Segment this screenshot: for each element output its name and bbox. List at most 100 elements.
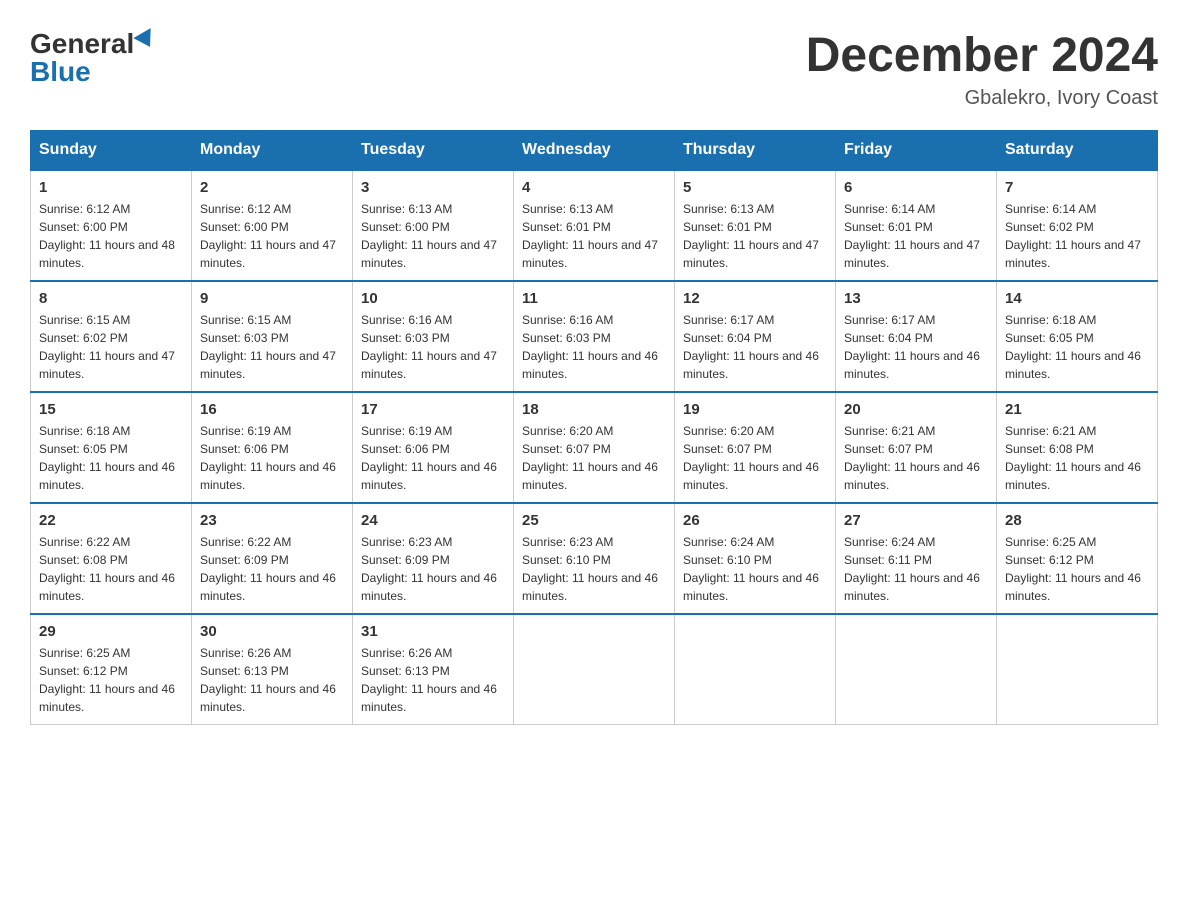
calendar-cell: 3Sunrise: 6:13 AMSunset: 6:00 PMDaylight… — [353, 170, 514, 281]
weekday-header-wednesday: Wednesday — [514, 130, 675, 170]
calendar-cell: 24Sunrise: 6:23 AMSunset: 6:09 PMDayligh… — [353, 503, 514, 614]
calendar-cell: 23 Sunrise: 6:22 AMSunset: 6:09 PMDayligh… — [192, 503, 353, 614]
month-title: December 2024 — [806, 30, 1158, 83]
calendar-cell: 30 Sunrise: 6:26 AMSunset: 6:13 PMDayligh… — [192, 614, 353, 725]
day-number: 23 — [200, 512, 344, 529]
day-number: 18 — [522, 401, 666, 418]
weekday-row: SundayMondayTuesdayWednesdayThursdayFrid… — [31, 130, 1158, 170]
day-info: Sunrise: 6:21 AMSunset: 6:07 PMDaylight:… — [844, 422, 988, 494]
day-info: Sunrise: 6:20 AMSunset: 6:07 PMDaylight:… — [683, 422, 827, 494]
calendar-cell — [675, 614, 836, 725]
day-info: Sunrise: 6:20 AMSunset: 6:07 PMDaylight:… — [522, 422, 666, 494]
day-info: Sunrise: 6:15 AMSunset: 6:02 PMDaylight:… — [39, 311, 183, 383]
calendar-cell: 29Sunrise: 6:25 AMSunset: 6:12 PMDayligh… — [31, 614, 192, 725]
day-number: 16 — [200, 401, 344, 418]
day-number: 27 — [844, 512, 988, 529]
calendar-cell: 6Sunrise: 6:14 AMSunset: 6:01 PMDaylight… — [836, 170, 997, 281]
weekday-header-friday: Friday — [836, 130, 997, 170]
calendar-cell: 19 Sunrise: 6:20 AMSunset: 6:07 PMDayligh… — [675, 392, 836, 503]
day-info: Sunrise: 6:18 AMSunset: 6:05 PMDaylight:… — [1005, 311, 1149, 383]
calendar-cell: 9 Sunrise: 6:15 AMSunset: 6:03 PMDaylight… — [192, 281, 353, 392]
day-info: Sunrise: 6:19 AMSunset: 6:06 PMDaylight:… — [361, 422, 505, 494]
logo-general-text: General — [30, 30, 134, 58]
calendar-cell: 21Sunrise: 6:21 AMSunset: 6:08 PMDayligh… — [997, 392, 1158, 503]
calendar-cell: 14 Sunrise: 6:18 AMSunset: 6:05 PMDayligh… — [997, 281, 1158, 392]
calendar-cell: 11Sunrise: 6:16 AMSunset: 6:03 PMDayligh… — [514, 281, 675, 392]
day-info: Sunrise: 6:13 AMSunset: 6:01 PMDaylight:… — [522, 200, 666, 272]
calendar-cell — [997, 614, 1158, 725]
day-info: Sunrise: 6:24 AMSunset: 6:10 PMDaylight:… — [683, 533, 827, 605]
weekday-header-monday: Monday — [192, 130, 353, 170]
calendar-cell: 12Sunrise: 6:17 AMSunset: 6:04 PMDayligh… — [675, 281, 836, 392]
day-number: 2 — [200, 179, 344, 196]
day-info: Sunrise: 6:25 AMSunset: 6:12 PMDaylight:… — [39, 644, 183, 716]
calendar-cell: 7 Sunrise: 6:14 AMSunset: 6:02 PMDaylight… — [997, 170, 1158, 281]
calendar-cell — [514, 614, 675, 725]
day-number: 31 — [361, 623, 505, 640]
day-info: Sunrise: 6:14 AMSunset: 6:01 PMDaylight:… — [844, 200, 988, 272]
calendar-cell: 4 Sunrise: 6:13 AMSunset: 6:01 PMDaylight… — [514, 170, 675, 281]
calendar-header: SundayMondayTuesdayWednesdayThursdayFrid… — [31, 130, 1158, 170]
day-info: Sunrise: 6:17 AMSunset: 6:04 PMDaylight:… — [844, 311, 988, 383]
calendar-cell: 28Sunrise: 6:25 AMSunset: 6:12 PMDayligh… — [997, 503, 1158, 614]
day-number: 22 — [39, 512, 183, 529]
day-number: 21 — [1005, 401, 1149, 418]
day-info: Sunrise: 6:12 AMSunset: 6:00 PMDaylight:… — [200, 200, 344, 272]
day-number: 1 — [39, 179, 183, 196]
day-number: 20 — [844, 401, 988, 418]
logo-blue-text: Blue — [30, 58, 91, 86]
day-info: Sunrise: 6:22 AMSunset: 6:08 PMDaylight:… — [39, 533, 183, 605]
calendar-cell: 27 Sunrise: 6:24 AMSunset: 6:11 PMDayligh… — [836, 503, 997, 614]
day-number: 14 — [1005, 290, 1149, 307]
calendar-cell: 8 Sunrise: 6:15 AMSunset: 6:02 PMDaylight… — [31, 281, 192, 392]
weekday-header-sunday: Sunday — [31, 130, 192, 170]
day-number: 8 — [39, 290, 183, 307]
calendar-cell: 5Sunrise: 6:13 AMSunset: 6:01 PMDaylight… — [675, 170, 836, 281]
day-number: 9 — [200, 290, 344, 307]
weekday-header-thursday: Thursday — [675, 130, 836, 170]
day-info: Sunrise: 6:18 AMSunset: 6:05 PMDaylight:… — [39, 422, 183, 494]
day-info: Sunrise: 6:14 AMSunset: 6:02 PMDaylight:… — [1005, 200, 1149, 272]
day-number: 5 — [683, 179, 827, 196]
day-number: 4 — [522, 179, 666, 196]
day-info: Sunrise: 6:15 AMSunset: 6:03 PMDaylight:… — [200, 311, 344, 383]
calendar-week-4: 22 Sunrise: 6:22 AMSunset: 6:08 PMDayligh… — [31, 503, 1158, 614]
calendar-cell: 17 Sunrise: 6:19 AMSunset: 6:06 PMDayligh… — [353, 392, 514, 503]
calendar-cell: 13 Sunrise: 6:17 AMSunset: 6:04 PMDayligh… — [836, 281, 997, 392]
calendar-cell: 2 Sunrise: 6:12 AMSunset: 6:00 PMDaylight… — [192, 170, 353, 281]
day-number: 30 — [200, 623, 344, 640]
calendar-cell: 10Sunrise: 6:16 AMSunset: 6:03 PMDayligh… — [353, 281, 514, 392]
calendar-cell: 25Sunrise: 6:23 AMSunset: 6:10 PMDayligh… — [514, 503, 675, 614]
calendar-cell: 15Sunrise: 6:18 AMSunset: 6:05 PMDayligh… — [31, 392, 192, 503]
calendar-week-2: 8 Sunrise: 6:15 AMSunset: 6:02 PMDaylight… — [31, 281, 1158, 392]
day-info: Sunrise: 6:26 AMSunset: 6:13 PMDaylight:… — [200, 644, 344, 716]
day-number: 12 — [683, 290, 827, 307]
day-info: Sunrise: 6:19 AMSunset: 6:06 PMDaylight:… — [200, 422, 344, 494]
logo-triangle-icon — [134, 28, 159, 52]
day-info: Sunrise: 6:12 AMSunset: 6:00 PMDaylight:… — [39, 200, 183, 272]
day-number: 19 — [683, 401, 827, 418]
day-number: 13 — [844, 290, 988, 307]
day-info: Sunrise: 6:23 AMSunset: 6:09 PMDaylight:… — [361, 533, 505, 605]
day-number: 17 — [361, 401, 505, 418]
calendar-cell: 31 Sunrise: 6:26 AMSunset: 6:13 PMDayligh… — [353, 614, 514, 725]
calendar-cell: 16 Sunrise: 6:19 AMSunset: 6:06 PMDayligh… — [192, 392, 353, 503]
weekday-header-saturday: Saturday — [997, 130, 1158, 170]
day-number: 11 — [522, 290, 666, 307]
calendar-body: 1 Sunrise: 6:12 AMSunset: 6:00 PMDaylight… — [31, 170, 1158, 725]
title-section: December 2024 Gbalekro, Ivory Coast — [806, 30, 1158, 110]
day-info: Sunrise: 6:26 AMSunset: 6:13 PMDaylight:… — [361, 644, 505, 716]
day-info: Sunrise: 6:22 AMSunset: 6:09 PMDaylight:… — [200, 533, 344, 605]
day-info: Sunrise: 6:24 AMSunset: 6:11 PMDaylight:… — [844, 533, 988, 605]
day-number: 7 — [1005, 179, 1149, 196]
calendar-cell: 22 Sunrise: 6:22 AMSunset: 6:08 PMDayligh… — [31, 503, 192, 614]
day-number: 25 — [522, 512, 666, 529]
calendar-cell: 26Sunrise: 6:24 AMSunset: 6:10 PMDayligh… — [675, 503, 836, 614]
calendar-cell — [836, 614, 997, 725]
calendar-week-3: 15Sunrise: 6:18 AMSunset: 6:05 PMDayligh… — [31, 392, 1158, 503]
calendar-cell: 1 Sunrise: 6:12 AMSunset: 6:00 PMDaylight… — [31, 170, 192, 281]
day-number: 28 — [1005, 512, 1149, 529]
day-info: Sunrise: 6:13 AMSunset: 6:00 PMDaylight:… — [361, 200, 505, 272]
page-header: General Blue December 2024 Gbalekro, Ivo… — [30, 30, 1158, 110]
location-text: Gbalekro, Ivory Coast — [806, 87, 1158, 110]
